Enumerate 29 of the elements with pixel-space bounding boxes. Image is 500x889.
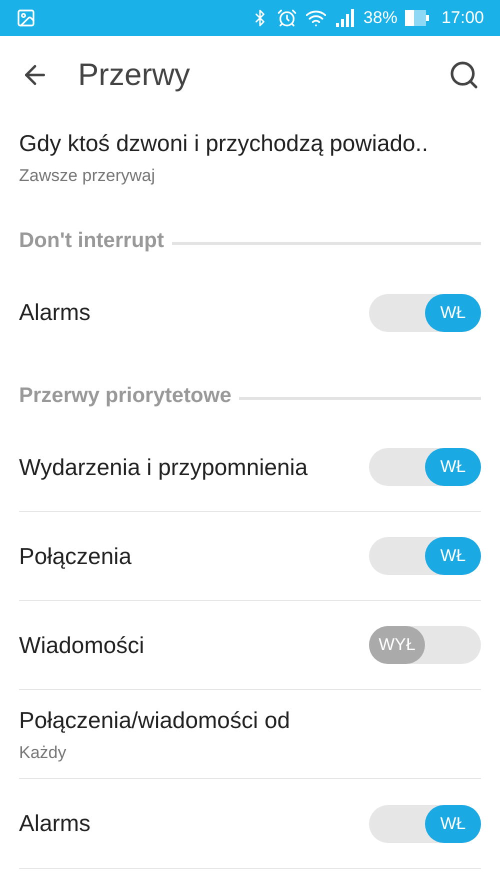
toggle-switch[interactable]: WŁ	[369, 448, 481, 486]
setting-title: Połączenia	[19, 542, 132, 571]
toggle-label: WŁ	[425, 294, 481, 332]
setting-subtitle: Każdy	[19, 742, 68, 764]
section-header: Przerwy priorytetowe	[19, 383, 232, 410]
battery-icon	[405, 10, 430, 26]
toggle-label: WŁ	[425, 537, 481, 575]
setting-title: Alarms	[19, 298, 91, 328]
search-icon	[448, 59, 480, 91]
screen-title: Przerwy	[78, 56, 190, 94]
toggle-switch[interactable]: WYŁ	[369, 626, 481, 664]
toggle-label: WYŁ	[369, 626, 425, 664]
setting-title: Gdy ktoś dzwoni i przychodzą powiado..	[19, 129, 430, 158]
toggle-switch[interactable]: WŁ	[369, 294, 481, 332]
setting-title: Wydarzenia i przypomnienia	[19, 452, 308, 482]
toggle-label: WŁ	[425, 804, 481, 842]
signal-icon	[335, 9, 356, 27]
setting-subtitle: Zawsze przerywaj	[19, 164, 156, 186]
setting-title: Alarms	[19, 809, 91, 838]
toggle-switch[interactable]: WŁ	[369, 537, 481, 575]
setting-title: Wiadomości	[19, 630, 144, 660]
toggle-switch[interactable]: WŁ	[369, 804, 481, 842]
section-header: Don't interrupt	[19, 228, 164, 254]
clock: 17:00	[441, 7, 484, 30]
alarm-icon	[277, 8, 298, 28]
setting-title: Połączenia/wiadomości od	[19, 706, 290, 735]
battery-percentage: 38%	[363, 7, 398, 30]
toggle-label: WŁ	[425, 448, 481, 486]
picture-notification-icon	[16, 8, 36, 28]
